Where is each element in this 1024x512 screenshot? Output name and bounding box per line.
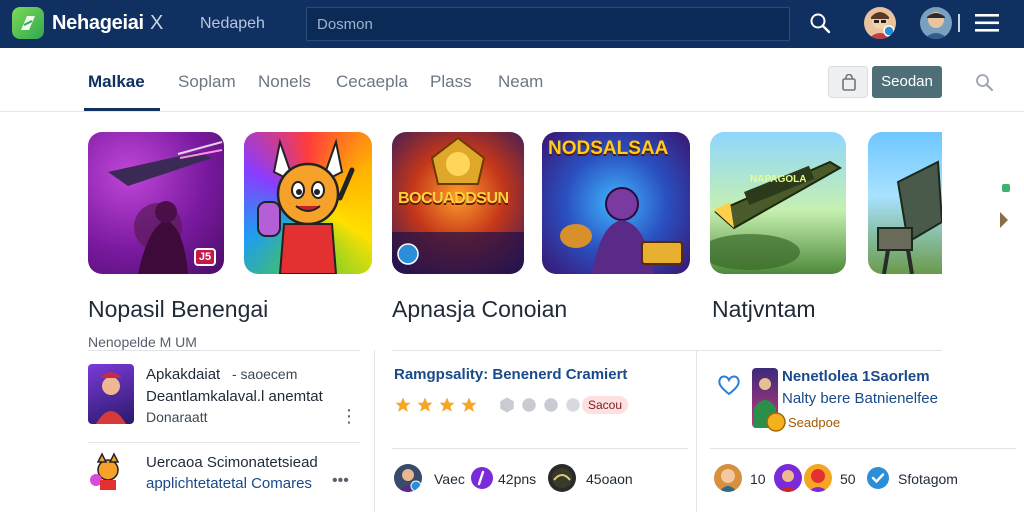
stat-value: 45oaon <box>586 471 633 487</box>
player-avatar[interactable] <box>804 464 832 492</box>
list-item-thumbnail[interactable] <box>88 364 134 424</box>
column-divider <box>374 350 375 512</box>
tab-malkae[interactable]: Malkae <box>88 72 145 92</box>
divider <box>88 350 360 351</box>
close-tab-icon[interactable]: X <box>150 12 163 35</box>
tile-title: NODSALSAA <box>548 138 669 159</box>
list-item-desc: Deantlamkalaval.l anemtat <box>146 388 323 405</box>
coin-icon <box>766 412 786 432</box>
divider <box>958 14 960 32</box>
tab-neam[interactable]: Neam <box>498 72 543 92</box>
search-icon[interactable] <box>808 11 832 35</box>
cartoon-character-icon <box>257 138 355 274</box>
featured-tile-space-shooter[interactable]: J5 <box>88 132 224 274</box>
divider <box>710 448 1016 449</box>
check-badge-icon <box>867 467 889 489</box>
star-icon <box>417 397 433 412</box>
featured-tile-cartoon-hero[interactable] <box>244 132 372 274</box>
featured-tile-arena-brawler[interactable]: NODSALSAA <box>542 132 690 274</box>
divider <box>392 350 942 351</box>
hamburger-menu-icon[interactable] <box>974 12 1000 34</box>
divider <box>392 448 688 449</box>
stat-value: 50 <box>840 471 856 487</box>
tile-badge: J5 <box>194 248 216 266</box>
more-options-icon[interactable]: ••• <box>332 472 349 490</box>
active-tab-indicator <box>84 108 160 111</box>
featured-tile-mech-warrior[interactable] <box>868 132 942 274</box>
jet-icon <box>710 160 842 270</box>
list-item-meta: - saoecem <box>232 366 298 382</box>
section-title: Nopasil Benengai <box>88 296 269 322</box>
column-divider <box>696 350 697 512</box>
search-icon[interactable] <box>974 72 994 92</box>
section-title: Apnasja Conoian <box>392 296 568 322</box>
search-placeholder: Dosmon <box>317 16 373 33</box>
star-icon <box>395 397 411 412</box>
player-avatar[interactable] <box>394 464 422 492</box>
player-avatar[interactable] <box>714 464 742 492</box>
category-nav: Malkae Soplam Nonels Cecaepla Plass Neam… <box>0 48 1024 112</box>
tab-soplam[interactable]: Soplam <box>178 72 236 92</box>
circle-icon <box>544 398 558 412</box>
search-input[interactable]: Dosmon <box>306 7 790 41</box>
list-item-desc: Donaraatt <box>146 409 208 425</box>
tab-cecaepla[interactable]: Cecaepla <box>336 72 408 92</box>
star-icon <box>461 397 477 412</box>
list-item-title[interactable]: Apkakdaiat <box>146 366 220 383</box>
circle-icon <box>566 398 580 412</box>
player-avatar[interactable] <box>548 464 576 492</box>
card-desc: Nalty bere Batnienelfee <box>782 390 938 407</box>
carousel-next-icon[interactable] <box>1000 212 1008 228</box>
card-tag: Seadpoe <box>788 415 841 430</box>
app-logo-icon[interactable] <box>12 7 44 39</box>
featured-tile-gold-emblem[interactable]: BOCUADDSUN <box>392 132 524 274</box>
play-icon[interactable] <box>470 466 494 490</box>
mech-icon <box>877 160 942 274</box>
featured-tile-jet-fighter[interactable]: NAPAGOLA <box>710 132 846 274</box>
section-subtitle: Nenopelde M UM <box>88 334 197 350</box>
star-icon <box>439 397 455 412</box>
star-rating <box>394 396 478 414</box>
circle-icon <box>522 398 536 412</box>
app-brand[interactable]: Nehageiai <box>52 12 144 35</box>
tile-title: BOCUADDSUN <box>398 190 509 207</box>
profile-avatar[interactable] <box>920 7 952 39</box>
stat-value: 10 <box>750 471 766 487</box>
carousel-indicator <box>1002 184 1010 192</box>
list-item-thumbnail[interactable] <box>88 452 128 492</box>
tile-title: NAPAGOLA <box>750 174 807 185</box>
primary-button[interactable]: Seodan <box>872 66 942 98</box>
bag-button[interactable] <box>828 66 868 98</box>
section-title: Natjvntam <box>712 296 816 322</box>
status-badge: Sacou <box>582 396 629 414</box>
hexagon-icon <box>500 397 514 413</box>
stat-value: 42pns <box>498 471 537 487</box>
user-avatar[interactable] <box>864 7 896 39</box>
stat-value: Vaec <box>434 471 465 487</box>
card-title[interactable]: Nenetlolea 1Saorlem <box>782 368 930 385</box>
stat-value: Sfotagom <box>898 471 958 487</box>
heart-icon[interactable] <box>716 372 742 398</box>
top-bar: Nehageiai X Nedapeh Dosmon <box>0 0 1024 48</box>
player-avatar[interactable] <box>774 464 802 492</box>
more-options-icon[interactable]: ⋮ <box>340 406 358 427</box>
list-item-title[interactable]: Uercaoa Scimonatetsiead <box>146 454 318 471</box>
divider <box>88 442 360 443</box>
bag-icon <box>842 74 856 91</box>
top-tab[interactable]: Nedapeh <box>200 15 265 33</box>
rating-dots <box>498 396 582 414</box>
card-headline[interactable]: Ramgpsality: Benenerd Cramiert <box>394 366 627 383</box>
tab-plass[interactable]: Plass <box>430 72 472 92</box>
list-item-desc: applichtetatetal Comares <box>146 475 312 492</box>
tab-nonels[interactable]: Nonels <box>258 72 311 92</box>
